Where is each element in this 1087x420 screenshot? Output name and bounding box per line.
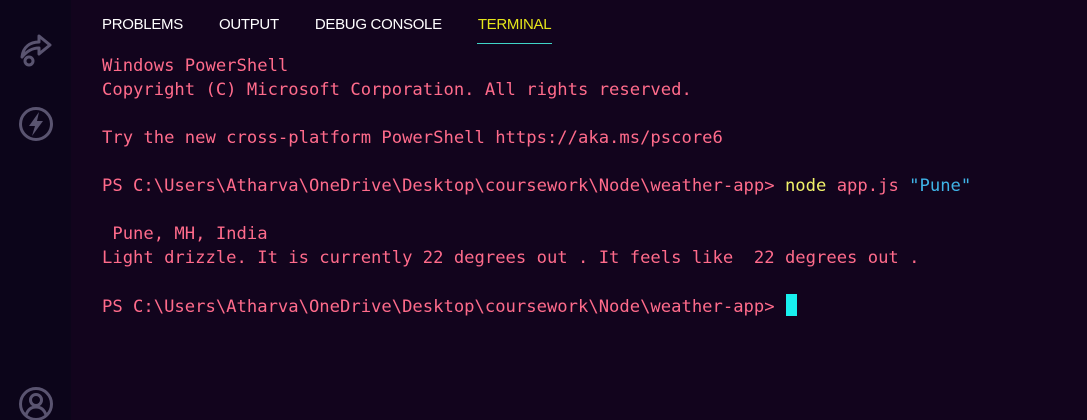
weather-forecast-output: Light drizzle. It is currently 22 degree… [102,248,920,268]
thunder-icon[interactable] [16,104,56,144]
terminal-cursor [785,294,797,316]
weather-location-output: Pune, MH, India [102,224,268,244]
terminal-header-line: Windows PowerShell [102,56,289,76]
terminal-command-line: PS C:\Users\Atharva\OneDrive\Desktop\cou… [102,174,1087,198]
terminal-input-line[interactable]: PS C:\Users\Atharva\OneDrive\Desktop\cou… [102,294,1087,318]
terminal-output[interactable]: Windows PowerShell Copyright (C) Microso… [102,54,1087,420]
activity-bar [0,0,71,420]
vscode-window: PROBLEMS OUTPUT DEBUG CONSOLE TERMINAL W… [0,0,1087,420]
terminal-prompt: PS C:\Users\Atharva\OneDrive\Desktop\cou… [102,297,785,317]
terminal-prompt: PS C:\Users\Atharva\OneDrive\Desktop\cou… [102,176,785,196]
command-name: node [784,176,827,196]
remote-explorer-icon[interactable] [16,28,56,68]
panel-tabs: PROBLEMS OUTPUT DEBUG CONSOLE TERMINAL [102,0,587,44]
tab-problems[interactable]: PROBLEMS [102,0,183,44]
bottom-panel: PROBLEMS OUTPUT DEBUG CONSOLE TERMINAL W… [71,0,1087,420]
terminal-try-line: Try the new cross-platform PowerShell ht… [102,128,723,148]
command-args: app.js [826,176,910,196]
command-string-arg: "Pune" [909,176,972,196]
account-icon[interactable] [16,384,56,420]
tab-debug-console[interactable]: DEBUG CONSOLE [315,0,442,44]
terminal-copyright-line: Copyright (C) Microsoft Corporation. All… [102,80,692,100]
tab-terminal[interactable]: TERMINAL [476,0,553,44]
tab-output[interactable]: OUTPUT [219,0,279,44]
